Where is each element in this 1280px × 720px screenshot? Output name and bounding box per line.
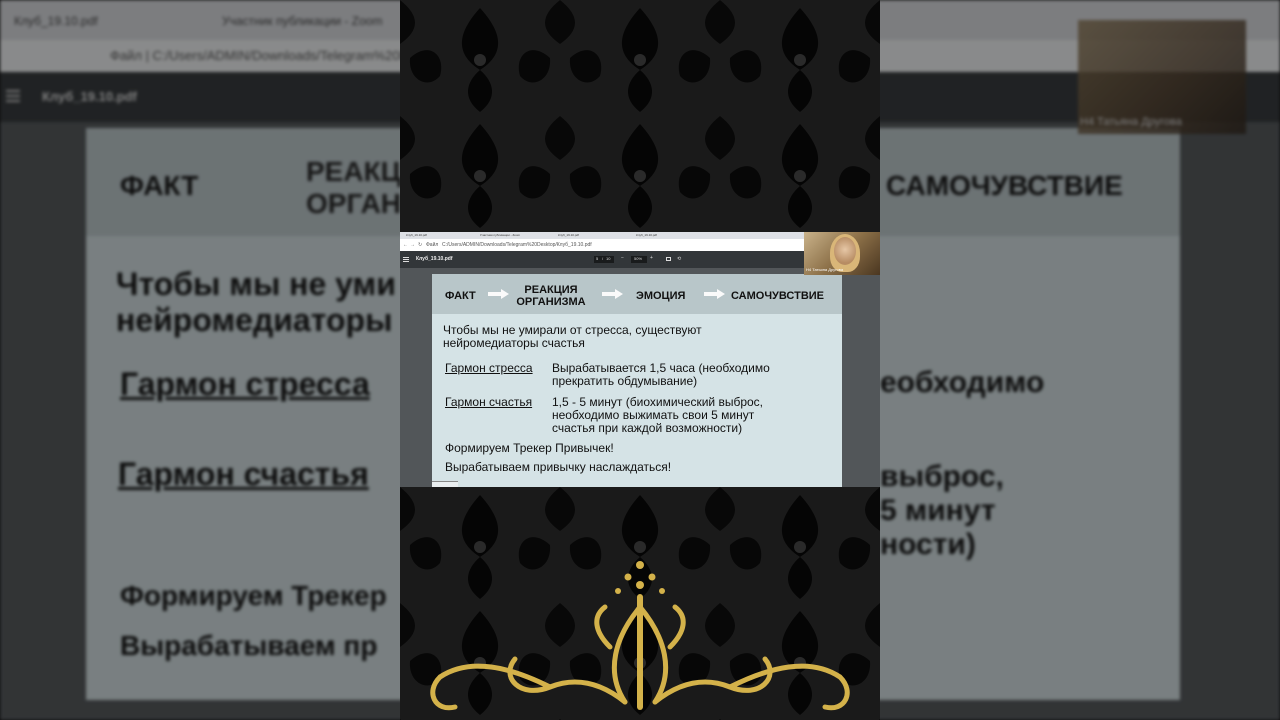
bg-menu-icon: [6, 90, 20, 92]
bg-reaction-1: РЕАКЦ: [306, 156, 402, 187]
tab-2[interactable]: Участник публикации - Zoom: [480, 233, 520, 237]
reload-icon[interactable]: ↻: [418, 242, 422, 248]
bg-pdf-name: Клуб_19.10.pdf: [42, 89, 137, 104]
bg-happy: Гармон счастья: [118, 456, 369, 492]
flow-emotion: ЭМОЦИЯ: [636, 290, 686, 302]
bg-happy-tail-3: ности): [880, 528, 976, 561]
bg-tracker: Формируем Трекер: [120, 580, 387, 611]
forward-icon[interactable]: →: [410, 242, 415, 248]
back-icon[interactable]: ←: [403, 242, 408, 248]
vertical-frame: Клуб_19.10.pdf Участник публикации - Zoo…: [400, 0, 880, 720]
stress-text-2: прекратить обдумывание): [552, 374, 698, 388]
damask-pattern-bottom: [400, 487, 880, 720]
tab-3[interactable]: Клуб_19.10.pdf: [558, 233, 579, 237]
tracker-text: Формируем Трекер Привычек!: [445, 441, 614, 455]
bg-line1: Чтобы мы не уми: [116, 266, 396, 302]
rotate-icon[interactable]: ⟲: [677, 256, 681, 262]
pdf-toolbar: Клуб_19.10.pdf 5 / 10 − 50% + ⟲: [400, 251, 804, 268]
arrow-icon: [488, 289, 510, 299]
participant-name: Н4 Татьяна Другова: [806, 267, 844, 272]
arrow-icon: [704, 289, 726, 299]
flow-reaction: РЕАКЦИЯ ОРГАНИЗМА: [516, 284, 586, 308]
browser-tabbar: Клуб_19.10.pdf Участник публикации - Zoo…: [400, 232, 804, 239]
habit-text: Вырабатываем привычку наслаждаться!: [445, 460, 672, 474]
bg-habit: Вырабатываем пр: [120, 630, 378, 661]
damask-pattern-top: [400, 0, 880, 232]
stress-label: Гармон стресса: [445, 361, 533, 375]
page-current[interactable]: 5: [596, 256, 598, 261]
bg-tab-1: Клуб_19.10.pdf: [14, 14, 98, 28]
fit-page-icon[interactable]: [666, 257, 671, 261]
bg-stress: Гармон стресса: [120, 366, 370, 402]
bg-line2: нейромедиаторы: [116, 302, 393, 338]
tab-4[interactable]: Клуб_19.10.pdf: [636, 233, 657, 237]
address-bar[interactable]: ← → ↻ Файл C:/Users/ADMIN/Downloads/Tele…: [400, 239, 804, 251]
participant-face: [834, 237, 856, 265]
happy-text-3: счастья при каждой возможности): [552, 421, 743, 435]
tab-1[interactable]: Клуб_19.10.pdf: [406, 233, 427, 237]
pdf-file-name: Клуб_19.10.pdf: [416, 256, 453, 262]
flow-fact: ФАКТ: [445, 290, 476, 302]
bg-happy-tail-2: 5 минут: [880, 494, 996, 527]
bg-stress-tail: еобходимо: [880, 366, 1045, 399]
shared-screen: Клуб_19.10.pdf Участник публикации - Zoo…: [400, 232, 880, 487]
menu-icon[interactable]: [403, 257, 409, 258]
bg-fact: ФАКТ: [120, 170, 199, 201]
flow-wellbeing: САМОЧУВСТВИЕ: [731, 290, 825, 302]
address-prefix: Файл: [426, 242, 439, 248]
participant-webcam[interactable]: Н4 Татьяна Другова: [804, 232, 880, 275]
zoom-out-button[interactable]: −: [621, 255, 624, 261]
happy-label: Гармон счастья: [445, 395, 533, 409]
bg-tab-2: Участник публикации - Zoom: [222, 14, 383, 28]
zoom-in-button[interactable]: +: [650, 255, 653, 261]
bg-happy-tail-1: выброс,: [880, 460, 1004, 493]
address-url[interactable]: C:/Users/ADMIN/Downloads/Telegram%20Desk…: [442, 242, 592, 248]
page-total: 10: [606, 256, 611, 261]
arrow-icon: [602, 289, 624, 299]
page-separator: /: [602, 256, 604, 261]
bg-reaction-2: ОРГАН: [306, 188, 402, 219]
bg-webcam-name: Н4 Татьяна Другова: [1080, 116, 1182, 128]
bg-wellbeing: САМОЧУВСТВИЕ: [886, 170, 1123, 201]
zoom-value[interactable]: 50%: [634, 256, 642, 261]
intro-line-2: нейромедиаторы счастья: [443, 336, 585, 350]
